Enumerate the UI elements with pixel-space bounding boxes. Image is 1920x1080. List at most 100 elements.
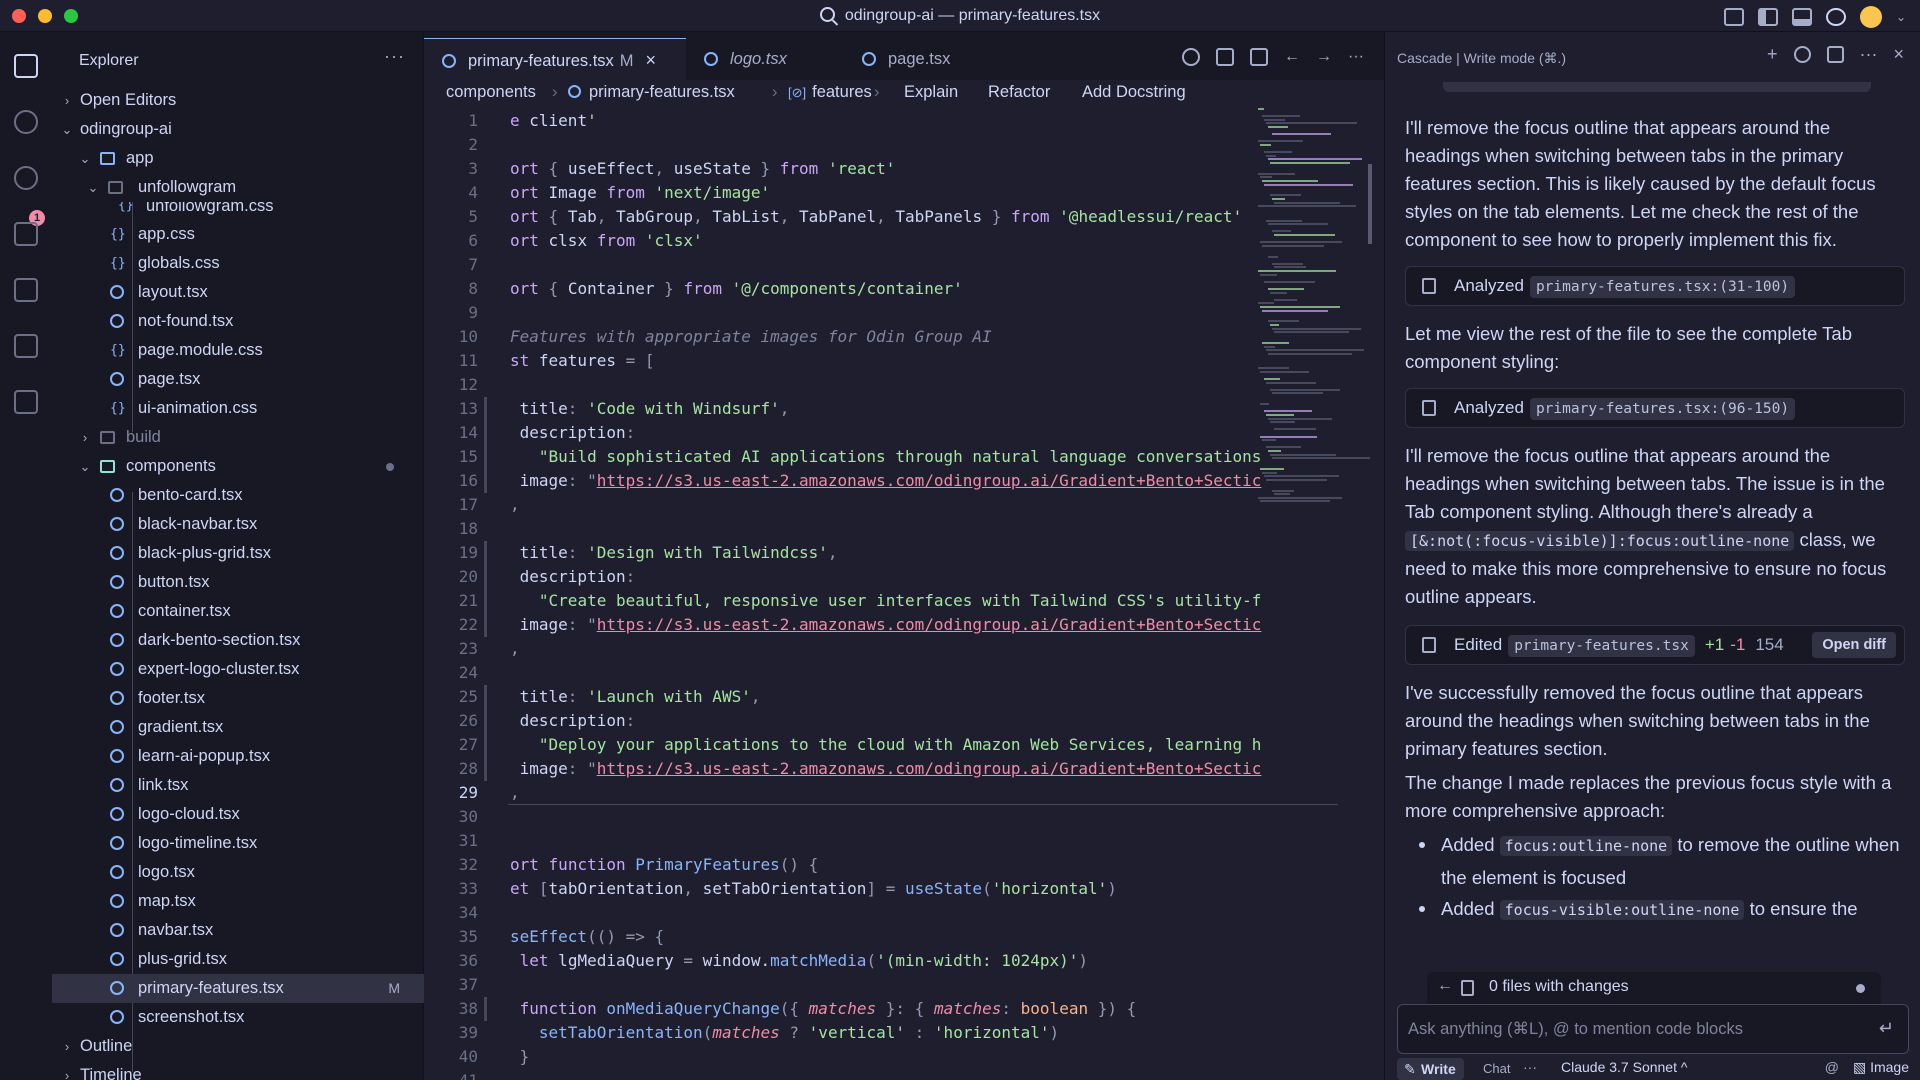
code-line[interactable]: 41	[424, 1069, 1364, 1080]
code-line[interactable]: 39 setTabOrientation(matches ? 'vertical…	[424, 1021, 1364, 1045]
explain-button[interactable]: Explain	[904, 83, 958, 102]
code-line[interactable]: 17,	[424, 493, 1364, 517]
tree-file[interactable]: black-navbar.tsx	[52, 510, 424, 539]
chat-mode-button[interactable]: Chat	[1483, 1061, 1510, 1076]
extensions-icon[interactable]	[14, 334, 38, 358]
more-options-icon[interactable]: ···	[1523, 1059, 1537, 1075]
cascade-toggle-icon[interactable]	[1825, 8, 1846, 26]
tree-file[interactable]: plus-grid.tsx	[52, 945, 424, 974]
book-icon[interactable]	[1826, 46, 1844, 63]
arrow-left-icon[interactable]: ←	[1284, 48, 1300, 66]
tree-file[interactable]: button.tsx	[52, 568, 424, 597]
code-line[interactable]: 34	[424, 901, 1364, 925]
minimap[interactable]	[1254, 108, 1372, 528]
code-line[interactable]: 16 image: "https://s3.us-east-2.amazonaw…	[424, 469, 1364, 493]
code-line[interactable]: 11 st features = [	[424, 349, 1364, 373]
image-button[interactable]: ▧ Image	[1853, 1059, 1909, 1076]
code-line[interactable]: 12	[424, 373, 1364, 397]
windsurf-icon[interactable]	[14, 390, 38, 414]
breadcrumb-folder[interactable]: components	[446, 83, 536, 102]
settings-icon[interactable]	[1182, 48, 1201, 66]
code-line[interactable]: 25 title: 'Launch with AWS',	[424, 685, 1364, 709]
tree-file[interactable]: page.tsx	[52, 365, 424, 394]
refactor-button[interactable]: Refactor	[988, 83, 1050, 102]
code-line[interactable]: 7	[424, 253, 1364, 277]
toggle-primary-sidebar-icon[interactable]	[1757, 8, 1778, 26]
file-reference[interactable]: primary-features.tsx:(31-100)	[1529, 276, 1796, 298]
open-diff-button[interactable]: Open diff	[1812, 632, 1896, 658]
code-line[interactable]: 21 "Create beautiful, responsive user in…	[424, 589, 1364, 613]
layout-customize-icon[interactable]	[1723, 8, 1744, 26]
code-line[interactable]: 35 seEffect(() => {	[424, 925, 1364, 949]
tab-primary-features[interactable]: primary-features.tsx M ×	[424, 38, 686, 80]
code-line[interactable]: 10 Features with appropriate images for O…	[424, 325, 1364, 349]
code-line[interactable]: 2	[424, 133, 1364, 157]
tree-file-selected[interactable]: primary-features.tsx M	[52, 974, 424, 1003]
code-line[interactable]: 13 title: 'Code with Windsurf',	[424, 397, 1364, 421]
outline-section[interactable]: › Outline	[52, 1032, 424, 1061]
tree-file[interactable]: gradient.tsx	[52, 713, 424, 742]
code-line[interactable]: 30	[424, 805, 1364, 829]
mention-icon[interactable]: @	[1825, 1059, 1839, 1075]
code-line[interactable]: 38 function onMediaQueryChange({ matches…	[424, 997, 1364, 1021]
files-with-changes-bar[interactable]: ← 0 files with changes	[1427, 972, 1881, 1004]
tree-file[interactable]: logo.tsx	[52, 858, 424, 887]
tree-file[interactable]: {} page.module.css	[52, 336, 424, 365]
tree-file[interactable]: {} unfollowgram.css	[52, 202, 424, 220]
code-line[interactable]: 15 "Build sophisticated AI applications …	[424, 445, 1364, 469]
code-line[interactable]: 31	[424, 829, 1364, 853]
code-line[interactable]: 8 ort { Container } from '@/components/co…	[424, 277, 1364, 301]
tree-folder-app[interactable]: ⌄ app	[52, 144, 424, 173]
tree-folder-build[interactable]: › build	[52, 423, 424, 452]
code-line[interactable]: 20 description:	[424, 565, 1364, 589]
tree-file[interactable]: bento-card.tsx	[52, 481, 424, 510]
analyzed-step[interactable]: Analyzed primary-features.tsx:(96-150)	[1405, 388, 1905, 428]
tree-file[interactable]: navbar.tsx	[52, 916, 424, 945]
file-reference[interactable]: primary-features.tsx:(96-150)	[1529, 398, 1796, 420]
code-line[interactable]: 22 image: "https://s3.us-east-2.amazonaw…	[424, 613, 1364, 637]
tree-file[interactable]: logo-timeline.tsx	[52, 829, 424, 858]
code-line[interactable]: 27 "Deploy your applications to the clou…	[424, 733, 1364, 757]
edited-step[interactable]: Edited primary-features.tsx +1 -1 154 Open d…	[1405, 625, 1905, 665]
more-actions-icon[interactable]: ···	[1348, 48, 1364, 66]
code-line[interactable]: 18	[424, 517, 1364, 541]
code-line[interactable]: 23,	[424, 637, 1364, 661]
tree-file[interactable]: dark-bento-section.tsx	[52, 626, 424, 655]
new-chat-icon[interactable]: +	[1767, 45, 1778, 63]
code-line[interactable]: 32 ort function PrimaryFeatures() {	[424, 853, 1364, 877]
tab-logo[interactable]: logo.tsx	[686, 38, 844, 80]
add-docstring-button[interactable]: Add Docstring	[1082, 83, 1186, 102]
open-changes-icon[interactable]	[1216, 48, 1235, 66]
analyzed-step[interactable]: Analyzed primary-features.tsx:(31-100)	[1405, 266, 1905, 306]
code-line[interactable]: 37	[424, 973, 1364, 997]
code-line[interactable]: 5 ort { Tab, TabGroup, TabList, TabPanel,…	[424, 205, 1364, 229]
tree-file[interactable]: screenshot.tsx	[52, 1003, 424, 1032]
source-control-icon[interactable]	[14, 166, 38, 190]
code-line[interactable]: 19 title: 'Design with Tailwindcss',	[424, 541, 1364, 565]
timeline-section[interactable]: › Timeline	[52, 1061, 424, 1080]
code-line[interactable]: 3 ort { useEffect, useState } from 'react…	[424, 157, 1364, 181]
code-line[interactable]: 14 description:	[424, 421, 1364, 445]
history-icon[interactable]	[1793, 46, 1811, 63]
tree-file[interactable]: {} app.css	[52, 220, 424, 249]
code-line[interactable]: 40 }	[424, 1045, 1364, 1069]
more-actions-icon[interactable]: ···	[384, 46, 405, 67]
code-line[interactable]: 24	[424, 661, 1364, 685]
code-line[interactable]: 1 e client'	[424, 109, 1364, 133]
tree-file[interactable]: black-plus-grid.tsx	[52, 539, 424, 568]
account-avatar[interactable]	[1859, 6, 1882, 28]
close-icon[interactable]: ×	[646, 50, 657, 70]
open-editors-section[interactable]: › Open Editors	[52, 86, 424, 115]
tree-file[interactable]: container.tsx	[52, 597, 424, 626]
breadcrumb-file[interactable]: primary-features.tsx	[568, 83, 735, 102]
explorer-icon[interactable]	[14, 54, 38, 78]
code-line[interactable]: 28 image: "https://s3.us-east-2.amazonaw…	[424, 757, 1364, 781]
remote-explorer-icon[interactable]	[14, 278, 38, 302]
code-line[interactable]: 33 et [tabOrientation, setTabOrientation]…	[424, 877, 1364, 901]
search-icon[interactable]	[14, 110, 38, 134]
model-selector[interactable]: Claude 3.7 Sonnet ^	[1561, 1059, 1687, 1075]
write-mode-button[interactable]: Write	[1397, 1058, 1464, 1080]
file-reference[interactable]: primary-features.tsx	[1508, 635, 1695, 657]
code-editor[interactable]: 1e client' 2 3 ort { useEffect, useState } …	[424, 108, 1384, 1080]
chevron-down-icon[interactable]: ⌄	[1896, 10, 1906, 24]
